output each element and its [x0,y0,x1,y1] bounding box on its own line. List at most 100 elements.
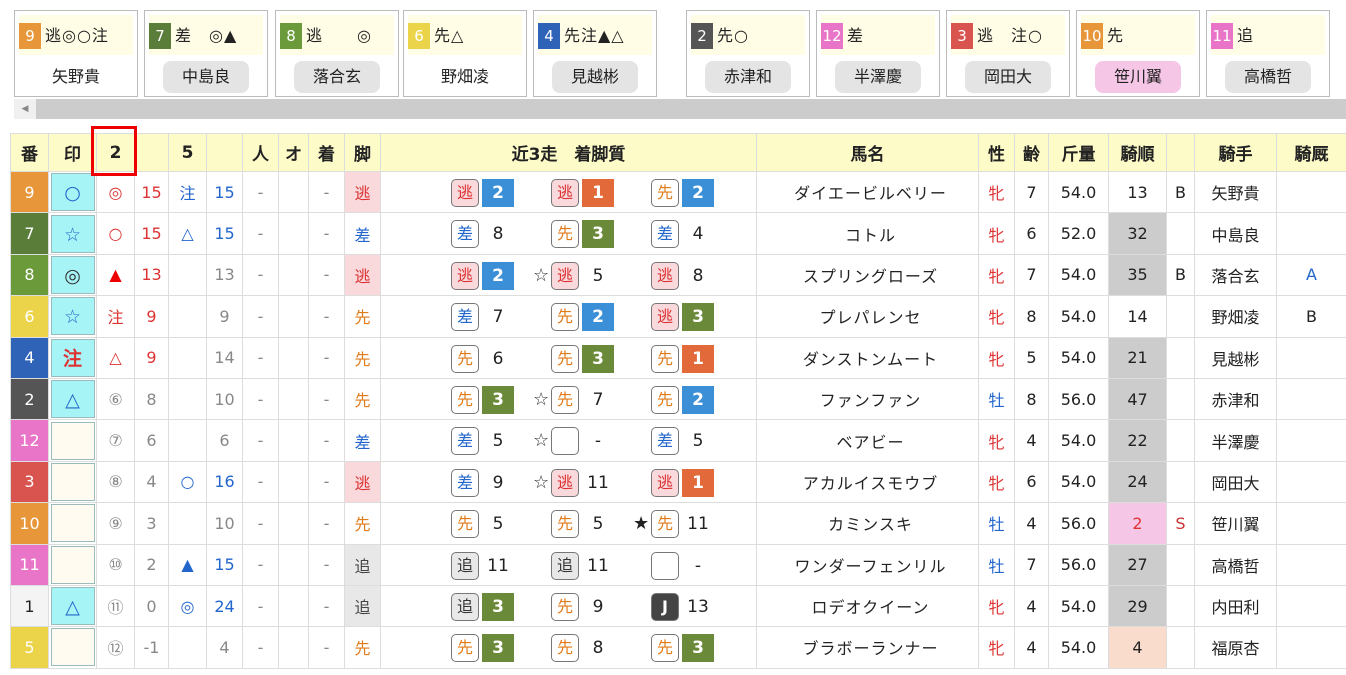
horse-card[interactable]: 12 差半澤慶 [816,10,940,97]
jockey-name[interactable]: 岡田大 [965,61,1051,93]
my-mark-cell[interactable]: ◎ [48,253,97,297]
horse-card[interactable]: 4 先注▲△ 見越彬 [533,10,657,97]
horizontal-scrollbar[interactable]: ◀ [14,99,1346,119]
table-row[interactable]: 6 ☆ 注 9 9- - 先差 7 先 2 逃 3 プレパレンセ牝 8 54.0 14 野畑凌 B [10,295,1346,338]
table-row[interactable]: 7 ☆ ○ 15 △ 15- - 差差 8 先 3 差 4 コトル牝 6 52.0 32 中島良 [10,212,1346,255]
race-result[interactable]: 先3 [651,634,747,663]
jockey[interactable]: 中島良 [1194,212,1277,255]
race-result[interactable]: 先2 [551,303,647,332]
table-row[interactable]: 5 ⑫ -1 4- - 先先 3 先 8 先 3 ブラボーランナー牝 4 54.0 4 福原杏 [10,626,1346,669]
race-result[interactable]: 差4 [651,220,747,249]
my-mark[interactable]: △ [50,380,95,419]
column-header[interactable]: 騎手 [1194,133,1277,172]
my-mark-cell[interactable] [48,419,97,462]
my-mark-cell[interactable] [48,626,97,669]
table-row[interactable]: 2 △ ⑥ 8 10- - 先先 3 先 7 ☆ 先 2 ファンファン牡 8 56.0 47 赤津和 [10,377,1346,421]
race-result[interactable]: 先3 [551,220,647,249]
horse-card[interactable]: 8逃 ◎ 落合玄 [275,10,399,97]
jockey-name[interactable]: 高橋哲 [1225,61,1311,93]
my-mark[interactable] [50,545,95,584]
horse-name[interactable]: ファンファン [756,377,979,421]
race-result[interactable]: 逃3 [651,303,747,332]
column-header[interactable] [1166,133,1195,172]
column-header[interactable]: 脚 [344,133,381,172]
jockey-name[interactable]: 矢野貴 [33,61,119,93]
column-header[interactable] [206,133,243,172]
table-row[interactable]: 8 ◎ ▲ 13 13- - 逃逃 2 逃 5 ☆ 逃 8 スプリングローズ牝 7 54.0 35 B 落合玄 A [10,253,1346,297]
my-mark-cell[interactable]: 注 [48,336,97,379]
horse-name[interactable]: ダイエービルベリー [756,170,979,214]
jockey-name[interactable]: 落合玄 [294,61,380,93]
race-result[interactable]: 逃8 [651,261,747,290]
column-header[interactable]: 2 [96,133,135,172]
race-result[interactable]: 逃1 [551,179,647,207]
race-result[interactable]: 先2 [651,385,747,414]
jockey[interactable]: 内田利 [1194,584,1277,628]
my-mark[interactable]: △ [50,587,95,626]
horse-name[interactable]: プレパレンセ [756,295,979,338]
my-mark[interactable]: ☆ [50,297,95,336]
race-result[interactable]: 差8 [451,220,547,249]
jockey[interactable]: 岡田大 [1194,460,1277,504]
column-header[interactable]: 人 [242,133,279,172]
column-header[interactable]: 近3走 着脚質 [380,133,757,172]
scroll-left-arrow-icon[interactable]: ◀ [14,99,36,119]
race-result[interactable]: 逃 11 ☆ [533,468,647,497]
race-result[interactable]: 先5 [451,510,547,539]
horse-card[interactable]: 7差 ◎▲ 中島良 [144,10,268,97]
horse-name[interactable]: ダンストンムート [756,336,979,379]
my-mark[interactable]: 注 [50,338,95,377]
jockey[interactable]: 見越彬 [1194,336,1277,379]
column-header[interactable]: 着 [308,133,345,172]
my-mark-cell[interactable]: ☆ [48,212,97,255]
jockey[interactable]: 野畑凌 [1194,295,1277,338]
my-mark-cell[interactable]: ○ [48,170,97,214]
jockey[interactable]: 落合玄 [1194,253,1277,297]
column-header[interactable]: 齢 [1014,133,1049,172]
race-result[interactable]: 追 11 [551,551,647,580]
race-result[interactable]: 先 7 ☆ [533,385,647,414]
horse-name[interactable]: コトル [756,212,979,255]
my-mark-cell[interactable]: ☆ [48,295,97,338]
table-row[interactable]: 9 ○ ◎ 15 注 15- - 逃逃 2 逃 1 先 2 ダイエービルベリー牝 7 54.0 13 B 矢野貴 [10,170,1346,214]
race-result[interactable]: 先3 [551,344,647,373]
horse-card[interactable]: 10 先笹川翼 [1076,10,1200,97]
race-result[interactable]: - [651,551,747,580]
my-mark[interactable] [50,504,95,543]
race-result[interactable]: 先8 [551,634,647,663]
jockey-name[interactable]: 野畑凌 [422,61,508,93]
jockey-name[interactable]: 赤津和 [705,61,791,93]
table-row[interactable]: 4 注 △ 9 14- - 先先 6 先 3 先 1 ダンストンムート牝 5 54.0 21 見越彬 [10,336,1346,379]
table-row[interactable]: 10 ⑨ 3 10- - 先先 5 先 5 先 11 ★ カミンスキ牡 4 56.0 2 S 笹川翼 [10,502,1346,545]
horse-name[interactable]: ブラボーランナー [756,626,979,669]
horse-card[interactable]: 3逃 注○ 岡田大 [946,10,1070,97]
race-result[interactable]: 先2 [651,179,747,207]
my-mark[interactable] [50,462,95,501]
horse-card[interactable]: 2 先○ 赤津和 [686,10,810,97]
horse-name[interactable]: カミンスキ [756,502,979,545]
jockey[interactable]: 矢野貴 [1194,170,1277,214]
table-row[interactable]: 11 ⑩ 2 ▲ 15- - 追追 11 追 11- ワンダーフェンリル牡 7 56.0 27 高橋哲 [10,543,1346,586]
column-header[interactable] [134,133,169,172]
race-result[interactable]: 先1 [651,344,747,373]
my-mark-cell[interactable] [48,543,97,586]
race-result[interactable]: 追3 [451,592,547,621]
horse-card[interactable]: 6 先△ 野畑凌 [403,10,527,97]
jockey[interactable]: 福原杏 [1194,626,1277,669]
column-header[interactable]: 騎厩 [1276,133,1346,172]
column-header[interactable]: 騎順 [1108,133,1167,172]
column-header[interactable]: 5 [168,133,207,172]
race-result[interactable]: 先 11 ★ [633,510,747,539]
column-header[interactable]: 馬名 [756,133,979,172]
horse-name[interactable]: ワンダーフェンリル [756,543,979,586]
my-mark[interactable]: ◎ [50,255,95,294]
my-mark-cell[interactable] [48,502,97,545]
my-mark[interactable] [50,421,95,460]
jockey[interactable]: 赤津和 [1194,377,1277,421]
horse-name[interactable]: ロデオクイーン [756,584,979,628]
my-mark[interactable] [50,628,95,667]
jockey-name[interactable]: 半澤慶 [835,61,921,93]
race-result[interactable]: 先9 [551,592,647,621]
race-result[interactable]: 差5 [651,427,747,456]
race-result[interactable]: 逃 5 ☆ [533,261,647,290]
